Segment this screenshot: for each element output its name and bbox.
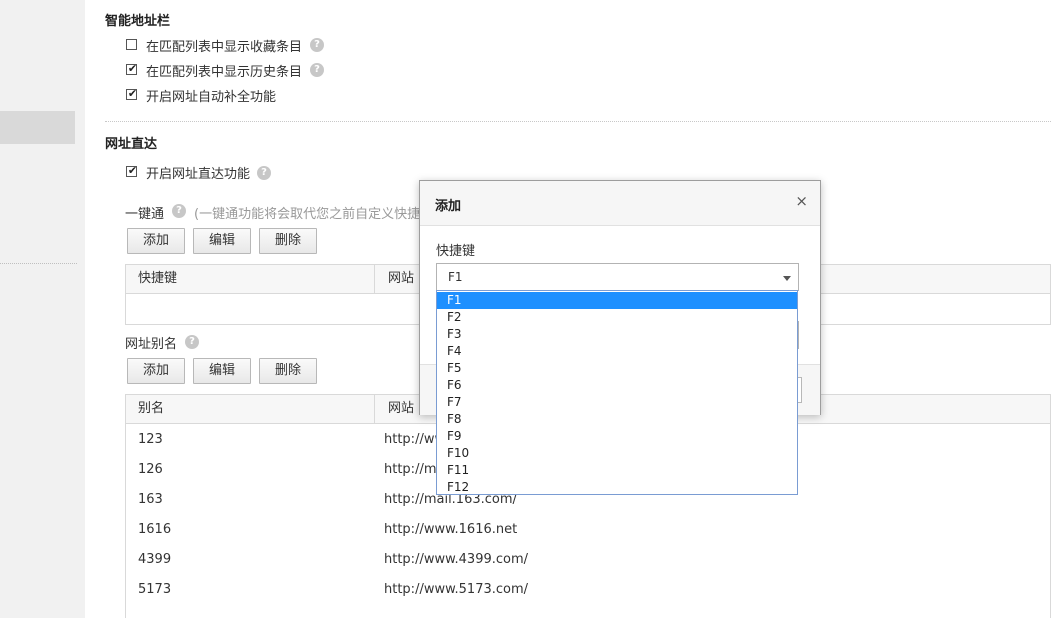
alias-cell: 123 bbox=[138, 432, 163, 447]
help-icon[interactable]: ? bbox=[257, 166, 271, 180]
alias-cell: 126 bbox=[138, 462, 163, 477]
one-key-add-button[interactable]: 添加 bbox=[127, 228, 185, 254]
dropdown-option-f9[interactable]: F9 bbox=[437, 428, 797, 445]
column-header-hotkey[interactable]: 快捷键 bbox=[126, 265, 177, 293]
table-row[interactable]: 1616 http://www.1616.net bbox=[126, 515, 1050, 545]
dropdown-option-f5[interactable]: F5 bbox=[437, 360, 797, 377]
checkmark-icon: ✔ bbox=[127, 87, 138, 100]
autocomplete-checkbox[interactable]: ✔ bbox=[126, 87, 138, 100]
dropdown-option-f6[interactable]: F6 bbox=[437, 377, 797, 394]
chevron-down-icon bbox=[783, 276, 791, 281]
dropdown-option-f1[interactable]: F1 bbox=[437, 292, 797, 309]
checkmark-icon: ✔ bbox=[127, 164, 138, 177]
dialog-title: 添加 bbox=[435, 199, 462, 214]
column-separator bbox=[374, 395, 375, 423]
show-favorites-checkbox[interactable] bbox=[126, 39, 137, 50]
table-row[interactable]: 4399 http://www.4399.com/ bbox=[126, 545, 1050, 575]
hotkey-dropdown-list: F1 F2 F3 F4 F5 F6 F7 F8 F9 F10 F11 F12 bbox=[436, 290, 798, 495]
help-icon[interactable]: ? bbox=[310, 63, 324, 77]
column-header-alias[interactable]: 别名 bbox=[126, 395, 164, 423]
column-separator bbox=[374, 265, 375, 293]
alias-cell: 5173 bbox=[138, 582, 172, 597]
hotkey-field-label: 快捷键 bbox=[436, 244, 476, 259]
help-icon[interactable]: ? bbox=[310, 38, 324, 52]
show-favorites-label: 在匹配列表中显示收藏条目 bbox=[146, 40, 303, 55]
alias-cell: 4399 bbox=[138, 552, 172, 567]
one-key-note: (一键通功能将会取代您之前自定义快捷 bbox=[194, 207, 421, 222]
dropdown-option-f4[interactable]: F4 bbox=[437, 343, 797, 360]
checkmark-icon: ✔ bbox=[127, 62, 138, 75]
autocomplete-label: 开启网址自动补全功能 bbox=[146, 90, 277, 105]
left-sidebar bbox=[0, 0, 85, 618]
one-key-delete-button[interactable]: 删除 bbox=[259, 228, 317, 254]
smart-bar-title: 智能地址栏 bbox=[105, 14, 171, 29]
one-key-edit-button[interactable]: 编辑 bbox=[193, 228, 251, 254]
dialog-header: 添加 × bbox=[420, 181, 820, 226]
alias-add-button[interactable]: 添加 bbox=[127, 358, 185, 384]
sidebar-item-selected[interactable] bbox=[0, 111, 75, 144]
alias-cell: 1616 bbox=[138, 522, 172, 537]
column-header-site[interactable]: 网站 bbox=[376, 395, 414, 423]
hotkey-selected-value: F1 bbox=[448, 270, 463, 284]
help-icon[interactable]: ? bbox=[172, 204, 186, 218]
dropdown-option-f11[interactable]: F11 bbox=[437, 462, 797, 479]
dropdown-option-f10[interactable]: F10 bbox=[437, 445, 797, 462]
show-history-checkbox[interactable]: ✔ bbox=[126, 62, 138, 75]
alias-label: 网址别名 bbox=[125, 337, 178, 352]
dropdown-option-f2[interactable]: F2 bbox=[437, 309, 797, 326]
dropdown-option-f3[interactable]: F3 bbox=[437, 326, 797, 343]
direct-title: 网址直达 bbox=[105, 137, 158, 152]
sidebar-divider bbox=[0, 263, 77, 264]
url-cell: http://www.4399.com/ bbox=[384, 552, 529, 567]
direct-enable-label: 开启网址直达功能 bbox=[146, 167, 251, 182]
table-row[interactable]: 5173 http://www.5173.com/ bbox=[126, 575, 1050, 605]
column-header-site[interactable]: 网站 bbox=[376, 265, 414, 293]
help-icon[interactable]: ? bbox=[185, 335, 199, 349]
dropdown-option-f8[interactable]: F8 bbox=[437, 411, 797, 428]
close-icon[interactable]: × bbox=[795, 192, 808, 210]
hotkey-select[interactable]: F1 bbox=[436, 263, 799, 291]
one-key-label: 一键通 bbox=[125, 207, 165, 222]
section-divider bbox=[105, 121, 1051, 122]
alias-delete-button[interactable]: 删除 bbox=[259, 358, 317, 384]
dropdown-option-f12[interactable]: F12 bbox=[437, 479, 797, 496]
direct-enable-checkbox[interactable]: ✔ bbox=[126, 164, 138, 177]
alias-cell: 163 bbox=[138, 492, 163, 507]
dropdown-option-f7[interactable]: F7 bbox=[437, 394, 797, 411]
show-history-label: 在匹配列表中显示历史条目 bbox=[146, 65, 303, 80]
url-cell: http://www.5173.com/ bbox=[384, 582, 529, 597]
url-cell: http://www.1616.net bbox=[384, 522, 518, 537]
alias-edit-button[interactable]: 编辑 bbox=[193, 358, 251, 384]
